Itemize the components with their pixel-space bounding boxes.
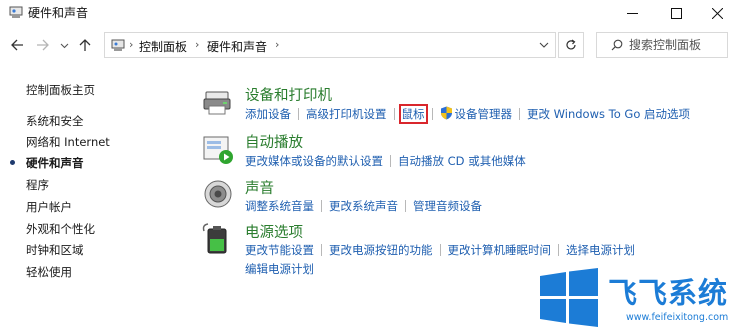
windows-logo-icon xyxy=(540,268,598,327)
sidebar-item-user-accounts[interactable]: 用户帐户 xyxy=(26,199,72,215)
sidebar-item-ease-of-access[interactable]: 轻松使用 xyxy=(26,264,72,280)
uac-shield-icon xyxy=(440,106,452,120)
address-bar[interactable]: › 控制面板 › 硬件和声音 › xyxy=(104,32,556,58)
speaker-icon xyxy=(204,180,232,208)
sound-links: 调整系统音量 更改系统声音 管理音频设备 xyxy=(245,198,482,214)
breadcrumb-control-panel[interactable]: 控制面板 xyxy=(139,38,187,55)
link-manage-audio-devices[interactable]: 管理音频设备 xyxy=(413,199,482,213)
link-advanced-printer-setup[interactable]: 高级打印机设置 xyxy=(306,107,387,121)
link-separator xyxy=(321,244,322,256)
power-links-row-2: 编辑电源计划 xyxy=(245,261,314,277)
link-add-device[interactable]: 添加设备 xyxy=(245,107,291,121)
watermark: 飞飞系统 www.feifeixitong.com xyxy=(538,268,734,330)
link-windows-to-go[interactable]: 更改 Windows To Go 启动选项 xyxy=(527,107,690,121)
sidebar-item-network-internet[interactable]: 网络和 Internet xyxy=(26,134,110,150)
category-title-sound[interactable]: 声音 xyxy=(245,177,274,198)
link-separator xyxy=(405,200,406,212)
breadcrumb-separator-icon: › xyxy=(129,38,134,51)
link-change-media-defaults[interactable]: 更改媒体或设备的默认设置 xyxy=(245,154,383,168)
maximize-button[interactable] xyxy=(654,0,698,26)
arrow-up-icon xyxy=(79,39,91,51)
link-separator xyxy=(431,108,433,120)
category-title-devices-printers[interactable]: 设备和打印机 xyxy=(245,84,332,105)
breadcrumb-separator-icon[interactable]: › xyxy=(195,38,199,51)
devices-printers-icon xyxy=(203,91,231,115)
arrow-right-icon xyxy=(37,39,49,51)
title-bar: 硬件和声音 xyxy=(0,0,736,26)
up-button[interactable] xyxy=(76,36,94,54)
link-adjust-volume[interactable]: 调整系统音量 xyxy=(245,199,314,213)
sidebar-item-system-security[interactable]: 系统和安全 xyxy=(26,113,84,129)
back-button[interactable] xyxy=(8,36,26,54)
sidebar-item-programs[interactable]: 程序 xyxy=(26,177,49,193)
control-panel-location-icon xyxy=(111,39,125,51)
sidebar-item-appearance[interactable]: 外观和个性化 xyxy=(26,221,95,237)
navigation-bar: › 控制面板 › 硬件和声音 › xyxy=(0,28,736,64)
sidebar-item-hardware-sound: 硬件和声音 xyxy=(26,156,84,170)
breadcrumb-separator-icon[interactable]: › xyxy=(275,38,279,51)
watermark-title: 飞飞系统 xyxy=(608,276,729,310)
arrow-left-icon xyxy=(11,39,23,51)
breadcrumb-hardware-sound[interactable]: 硬件和声音 xyxy=(207,38,267,55)
link-device-manager[interactable]: 设备管理器 xyxy=(455,107,513,121)
control-panel-app-icon xyxy=(9,6,23,18)
devices-links: 添加设备 高级打印机设置 鼠标 设备管理器 更改 Windows To Go 启动选项 xyxy=(245,104,690,124)
link-separator xyxy=(321,200,322,212)
search-icon xyxy=(611,39,623,51)
sidebar-item-clock-region[interactable]: 时钟和区域 xyxy=(26,242,84,258)
chevron-down-icon xyxy=(60,43,68,48)
window-title: 硬件和声音 xyxy=(28,6,89,20)
current-page-bullet xyxy=(10,160,15,165)
category-title-power-options[interactable]: 电源选项 xyxy=(245,221,303,242)
search-input[interactable] xyxy=(629,37,725,53)
maximize-icon xyxy=(670,7,682,19)
minimize-icon xyxy=(626,12,638,14)
refresh-button[interactable] xyxy=(558,32,584,58)
sidebar-item-control-panel-home[interactable]: 控制面板主页 xyxy=(26,82,95,98)
link-mouse[interactable]: 鼠标 xyxy=(398,104,428,124)
category-title-autoplay[interactable]: 自动播放 xyxy=(245,131,303,152)
link-autoplay-cd[interactable]: 自动播放 CD 或其他媒体 xyxy=(398,154,526,168)
link-power-button-function[interactable]: 更改电源按钮的功能 xyxy=(329,243,433,257)
search-box[interactable] xyxy=(596,32,728,58)
power-links-row-1: 更改节能设置 更改电源按钮的功能 更改计算机睡眠时间 选择电源计划 xyxy=(245,242,635,258)
battery-power-icon xyxy=(202,223,227,254)
link-separator xyxy=(393,108,395,120)
link-change-sleep-time[interactable]: 更改计算机睡眠时间 xyxy=(448,243,552,257)
link-choose-power-plan[interactable]: 选择电源计划 xyxy=(566,243,635,257)
address-dropdown-icon[interactable] xyxy=(539,40,549,50)
recent-locations-button[interactable] xyxy=(58,36,70,54)
minimize-button[interactable] xyxy=(610,0,654,26)
link-separator xyxy=(298,108,299,120)
autoplay-links: 更改媒体或设备的默认设置 自动播放 CD 或其他媒体 xyxy=(245,153,526,169)
link-change-energy-settings[interactable]: 更改节能设置 xyxy=(245,243,314,257)
link-separator xyxy=(519,108,520,120)
link-change-system-sounds[interactable]: 更改系统声音 xyxy=(329,199,398,213)
refresh-icon xyxy=(566,39,576,50)
link-separator xyxy=(558,244,559,256)
link-separator xyxy=(390,155,391,167)
link-separator xyxy=(439,244,441,256)
link-edit-power-plan[interactable]: 编辑电源计划 xyxy=(245,262,314,276)
close-button[interactable] xyxy=(698,0,736,26)
close-icon xyxy=(711,7,723,19)
watermark-url: www.feifeixitong.com xyxy=(626,312,729,323)
forward-button[interactable] xyxy=(34,36,52,54)
autoplay-icon xyxy=(203,136,233,164)
